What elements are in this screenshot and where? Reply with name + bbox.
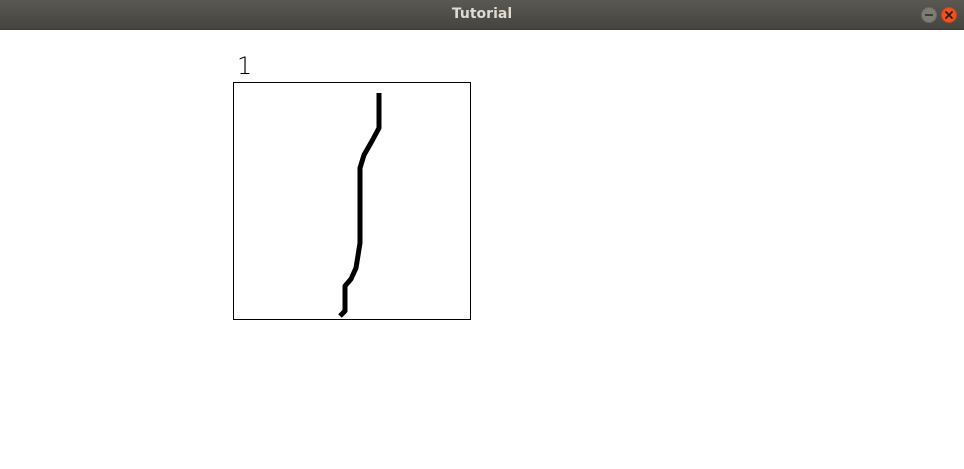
minimize-button[interactable] xyxy=(921,7,937,23)
drawing-canvas[interactable] xyxy=(233,82,471,320)
content-area: 1 xyxy=(0,30,964,469)
minimize-icon xyxy=(925,14,933,16)
window-title: Tutorial xyxy=(451,6,513,22)
drawn-stroke xyxy=(338,93,382,318)
title-bar[interactable]: Tutorial xyxy=(0,0,964,30)
canvas-label: 1 xyxy=(237,52,253,80)
app-window: Tutorial 1 xyxy=(0,0,964,469)
close-icon xyxy=(945,11,953,19)
close-button[interactable] xyxy=(941,7,957,23)
